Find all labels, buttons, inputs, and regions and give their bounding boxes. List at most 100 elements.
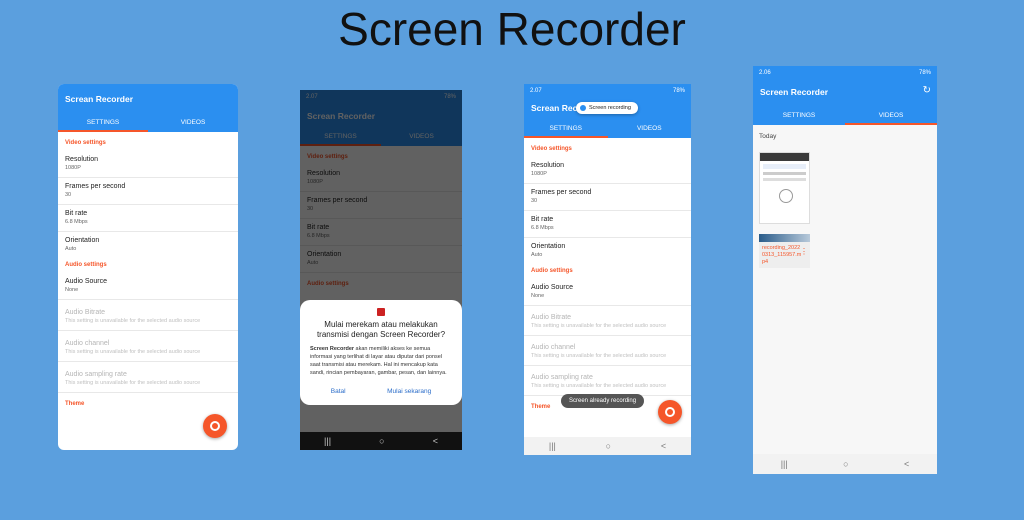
- setting-value: This setting is unavailable for the sele…: [531, 353, 667, 359]
- setting-resolution[interactable]: Resolution 1080P: [58, 151, 238, 178]
- app-bar: Screan Recorder SETTINGS VIDEOS: [58, 84, 238, 132]
- page-title: Screen Recorder: [338, 3, 686, 55]
- setting-value: 1080P: [531, 171, 547, 177]
- status-bar: 2.07 78%: [524, 84, 691, 97]
- setting-value: 1080P: [65, 165, 81, 171]
- status-battery: 78%: [672, 87, 685, 94]
- recents-icon[interactable]: |||: [549, 441, 556, 451]
- recents-icon[interactable]: |||: [781, 459, 788, 469]
- setting-title: Audio channel: [65, 340, 110, 347]
- video-group-label: Today: [759, 133, 777, 140]
- video-preview-strip: [759, 234, 810, 242]
- dialog-body: Screen Recorder akan memiliki akses ke s…: [310, 346, 452, 378]
- nav-bar: ||| ○ <: [753, 454, 937, 474]
- setting-value: 6.8 Mbps: [65, 219, 88, 225]
- setting-value: This setting is unavailable for the sele…: [65, 380, 201, 386]
- setting-title: Bit rate: [531, 216, 554, 223]
- setting-title: Bit rate: [65, 210, 88, 217]
- screen-recorder-icon: [377, 308, 385, 316]
- cancel-button[interactable]: Batal: [331, 388, 346, 395]
- tab-settings[interactable]: SETTINGS: [58, 113, 148, 132]
- nav-bar: ||| ○ <: [524, 437, 691, 455]
- setting-bitrate[interactable]: Bit rate 6.8 Mbps: [524, 211, 691, 238]
- setting-value: 6.8 Mbps: [531, 225, 554, 231]
- phone-settings: Screan Recorder SETTINGS VIDEOS Video se…: [58, 84, 238, 450]
- section-header-audio: Audio settings: [531, 268, 573, 274]
- video-thumbnail-card[interactable]: [759, 152, 810, 224]
- status-bar: 2.06 78%: [753, 66, 937, 79]
- setting-title: Audio sampling rate: [65, 371, 127, 378]
- setting-title: Audio Source: [531, 284, 574, 291]
- tab-settings[interactable]: SETTINGS: [753, 106, 845, 125]
- record-fab-button[interactable]: [658, 400, 682, 424]
- setting-resolution[interactable]: Resolution 1080P: [524, 157, 691, 184]
- setting-audio-source[interactable]: Audio Source None: [58, 273, 238, 300]
- setting-title: Resolution: [531, 162, 565, 169]
- setting-bitrate[interactable]: Bit rate 6.8 Mbps: [58, 205, 238, 232]
- already-recording-toast: Screen already recording: [561, 394, 645, 408]
- setting-orientation[interactable]: Orientation Auto: [524, 238, 691, 264]
- setting-title: Orientation: [65, 237, 100, 244]
- setting-audio-channel: Audio channel This setting is unavailable…: [58, 331, 238, 362]
- setting-title: Audio sampling rate: [531, 374, 593, 381]
- setting-value: None: [531, 293, 545, 299]
- tab-videos[interactable]: VIDEOS: [845, 106, 937, 125]
- tab-videos[interactable]: VIDEOS: [608, 119, 692, 138]
- setting-title: Frames per second: [531, 189, 592, 196]
- home-icon[interactable]: ○: [379, 436, 384, 446]
- app-title: Screan Recorder: [65, 94, 134, 104]
- setting-title: Orientation: [531, 243, 566, 250]
- recording-pill-label: Screen recording: [589, 105, 631, 111]
- dialog-app-name: Screen Recorder: [310, 345, 355, 352]
- section-header-audio: Audio settings: [65, 262, 107, 268]
- section-header-video: Video settings: [65, 140, 106, 146]
- setting-value: This setting is unavailable for the sele…: [531, 383, 667, 389]
- setting-value: Auto: [531, 252, 543, 258]
- setting-title: Audio Source: [65, 278, 108, 285]
- home-icon[interactable]: ○: [606, 441, 611, 451]
- back-icon[interactable]: <: [433, 436, 438, 446]
- dialog-title: Mulai merekam atau melakukan transmisi d…: [316, 320, 446, 340]
- setting-fps[interactable]: Frames per second 30: [58, 178, 238, 205]
- setting-audio-bitrate: Audio Bitrate This setting is unavailable…: [58, 300, 238, 331]
- back-icon[interactable]: <: [904, 459, 909, 469]
- video-thumbnail: [759, 152, 810, 224]
- nav-bar: ||| ○ <: [300, 432, 462, 450]
- setting-audio-source[interactable]: Audio Source None: [524, 279, 691, 306]
- setting-value: This setting is unavailable for the sele…: [65, 318, 201, 324]
- recording-indicator-pill: Screen recording: [576, 102, 638, 114]
- record-fab-button[interactable]: [203, 414, 227, 438]
- setting-audio-channel: Audio channel This setting is unavailable…: [524, 336, 691, 366]
- section-header-video: Video settings: [531, 146, 572, 152]
- start-now-button[interactable]: Mulai sekarang: [387, 388, 431, 395]
- setting-value: None: [65, 287, 79, 293]
- section-header-theme: Theme: [65, 401, 85, 407]
- app-title: Screen Recorder: [760, 87, 829, 97]
- setting-title: Audio Bitrate: [531, 314, 572, 321]
- setting-value: This setting is unavailable for the sele…: [65, 349, 201, 355]
- phone-recording: 2.07 78% Screan Recorder SETTINGS VIDEOS…: [524, 84, 691, 455]
- setting-value: Auto: [65, 246, 77, 252]
- back-icon[interactable]: <: [661, 441, 666, 451]
- setting-audio-bitrate: Audio Bitrate This setting is unavailable…: [524, 306, 691, 336]
- setting-title: Frames per second: [65, 183, 126, 190]
- video-list-item[interactable]: recording_20220313_115957.mp4 ⋮: [759, 234, 810, 268]
- home-icon[interactable]: ○: [843, 459, 848, 469]
- more-options-icon[interactable]: ⋮: [800, 247, 808, 256]
- tab-settings[interactable]: SETTINGS: [524, 119, 608, 138]
- record-dot-icon: [580, 105, 586, 111]
- setting-value: 30: [65, 192, 72, 198]
- setting-fps[interactable]: Frames per second 30: [524, 184, 691, 211]
- status-time: 2.07: [530, 87, 542, 94]
- setting-title: Audio Bitrate: [65, 309, 106, 316]
- setting-value: This setting is unavailable for the sele…: [531, 323, 667, 329]
- recents-icon[interactable]: |||: [324, 436, 331, 446]
- phone-permission-dialog: 2.07 78% Screan Recorder SETTINGS VIDEOS…: [300, 90, 462, 450]
- phone-videos: 2.06 78% Screen Recorder ↻ SETTINGS VIDE…: [753, 66, 937, 474]
- refresh-icon[interactable]: ↻: [923, 85, 931, 96]
- setting-audio-sampling: Audio sampling rate This setting is unava…: [58, 362, 238, 393]
- setting-orientation[interactable]: Orientation Auto: [58, 232, 238, 258]
- setting-value: 30: [531, 198, 538, 204]
- setting-audio-sampling: Audio sampling rate This setting is unava…: [524, 366, 691, 396]
- tab-videos[interactable]: VIDEOS: [148, 113, 238, 132]
